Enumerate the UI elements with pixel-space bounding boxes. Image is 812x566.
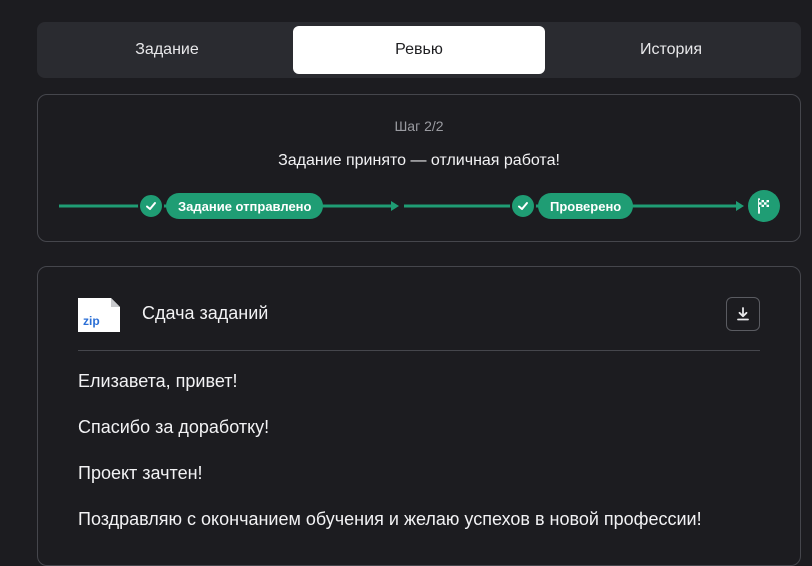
step-submitted-label: Задание отправлено (178, 198, 312, 214)
tab-review[interactable]: Ревью (293, 26, 545, 74)
review-message-line: Спасибо за доработку! (78, 417, 270, 437)
check-icon (510, 193, 536, 219)
review-progress-card: Шаг 2/2 Задание принято — отличная работ… (37, 94, 801, 242)
track-arrow-2 (736, 201, 744, 211)
step-reviewed-label: Проверено (550, 198, 622, 214)
finish-flag-icon (748, 190, 780, 222)
step-submitted: Задание отправлено (166, 193, 324, 219)
tab-task[interactable]: Задание (41, 26, 293, 74)
tab-history[interactable]: История (545, 26, 797, 74)
step-reviewed: Проверено (538, 193, 634, 219)
progress-track (59, 201, 744, 211)
file-name[interactable]: Сдача заданий (142, 303, 268, 324)
review-message-line: Проект зачтен! (78, 463, 203, 483)
review-message-line: Елизавета, привет! (78, 371, 238, 391)
check-icon (138, 193, 164, 219)
submission-file: zip Сдача заданий (78, 295, 760, 351)
zip-file-icon: zip (78, 298, 120, 332)
download-icon (737, 307, 749, 321)
zip-label: zip (83, 314, 100, 328)
tab-bar: Задание Ревью История (37, 22, 801, 78)
review-message-line: Поздравляю с окончанием обучения и желаю… (78, 509, 702, 529)
download-button[interactable] (726, 297, 760, 331)
review-card: zip Сдача заданий Елизавета, привет! Спа… (37, 266, 801, 566)
track-arrow-1 (391, 201, 399, 211)
